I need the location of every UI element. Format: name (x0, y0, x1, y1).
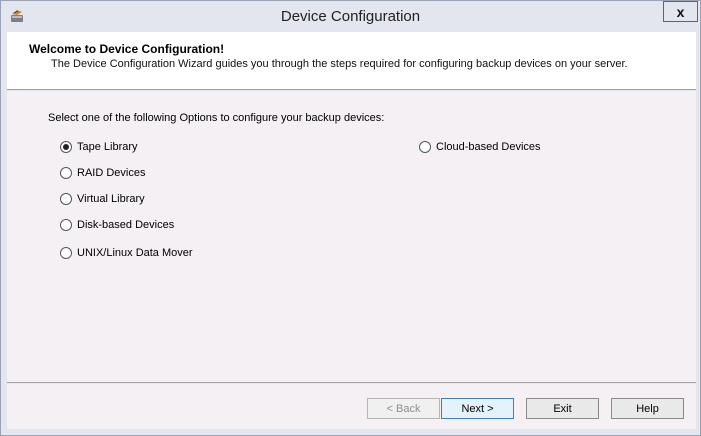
device-configuration-window: Device Configuration x Welcome to Device… (0, 0, 701, 436)
close-icon: x (676, 3, 685, 20)
option-label: RAID Devices (77, 167, 146, 179)
radio-selected-dot (63, 144, 69, 150)
radio-button[interactable] (60, 167, 72, 179)
welcome-description: The Device Configuration Wizard guides y… (51, 58, 628, 70)
option-label: Cloud-based Devices (436, 141, 541, 153)
option-unix-linux-data-mover[interactable]: UNIX/Linux Data Mover (60, 247, 193, 259)
option-cloud-based-devices[interactable]: Cloud-based Devices (419, 141, 541, 153)
welcome-title: Welcome to Device Configuration! (29, 42, 225, 56)
option-tape-library[interactable]: Tape Library (60, 141, 138, 153)
title-bar: Device Configuration x (1, 1, 700, 31)
radio-button[interactable] (60, 219, 72, 231)
close-button[interactable]: x (663, 1, 698, 22)
back-button[interactable]: < Back (367, 398, 440, 419)
radio-button[interactable] (60, 193, 72, 205)
option-disk-based-devices[interactable]: Disk-based Devices (60, 219, 174, 231)
radio-button[interactable] (60, 247, 72, 259)
option-raid-devices[interactable]: RAID Devices (60, 167, 145, 179)
options-prompt: Select one of the following Options to c… (48, 112, 385, 124)
exit-button[interactable]: Exit (526, 398, 599, 419)
option-label: UNIX/Linux Data Mover (77, 247, 193, 259)
option-label: Tape Library (77, 141, 138, 153)
option-label: Disk-based Devices (77, 219, 175, 231)
radio-button[interactable] (419, 141, 431, 153)
option-virtual-library[interactable]: Virtual Library (60, 193, 145, 205)
window-title: Device Configuration (280, 8, 421, 25)
option-label: Virtual Library (77, 193, 145, 205)
help-button[interactable]: Help (611, 398, 684, 419)
next-button[interactable]: Next > (441, 398, 514, 419)
wizard-footer: < Back Next > Exit Help (7, 384, 696, 429)
wizard-header: Welcome to Device Configuration! The Dev… (7, 32, 696, 90)
radio-button[interactable] (60, 141, 72, 153)
options-panel: Select one of the following Options to c… (7, 91, 696, 383)
